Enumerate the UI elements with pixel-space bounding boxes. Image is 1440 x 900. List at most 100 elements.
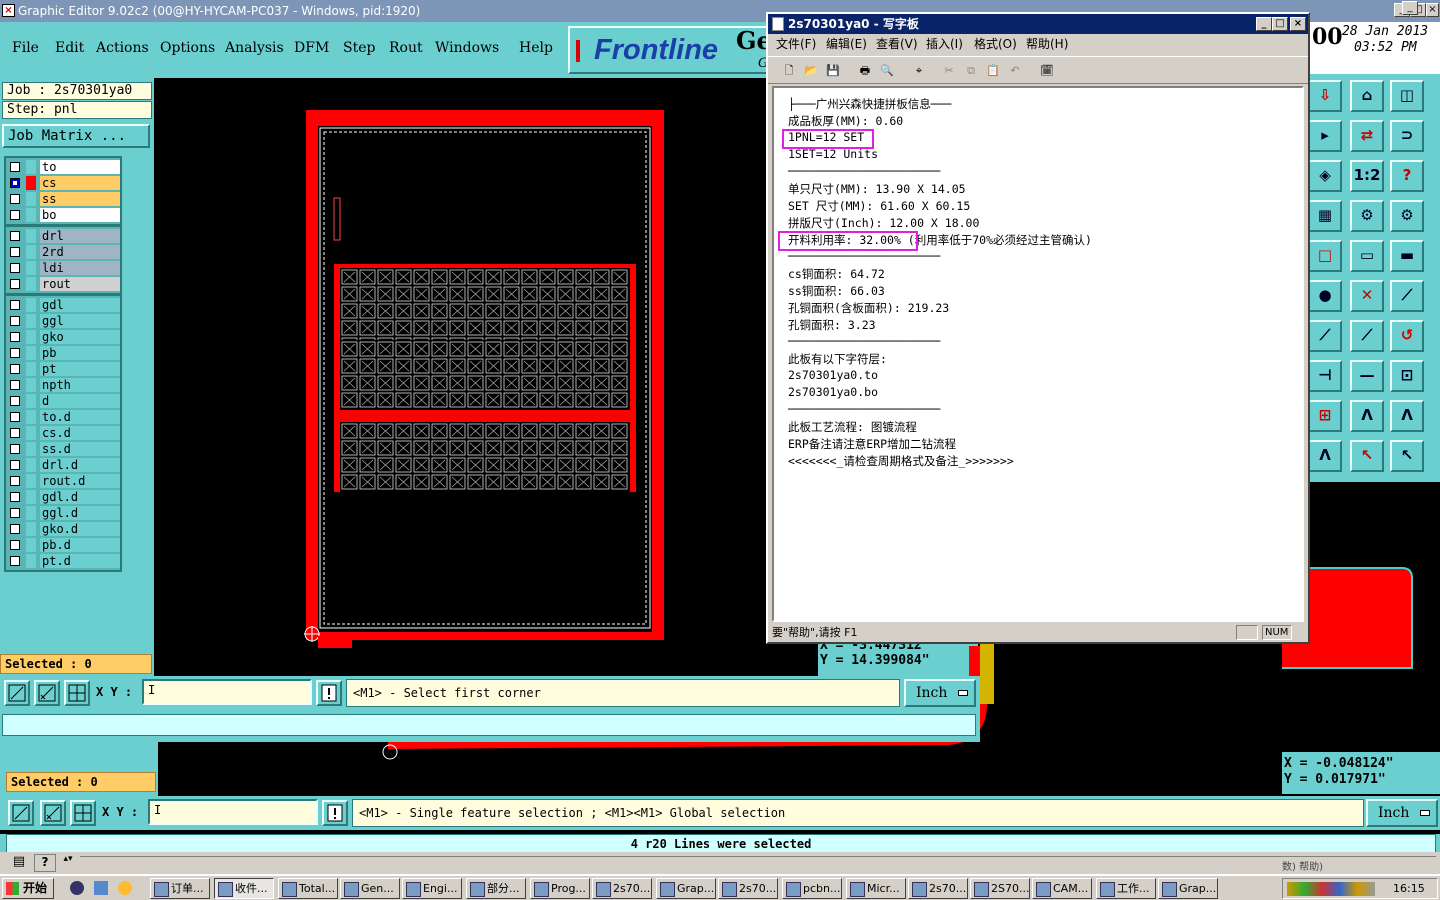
layer-row-gdl[interactable]: gdl bbox=[6, 297, 120, 313]
menu-edit[interactable]: Edit bbox=[55, 40, 84, 56]
layer-checkbox[interactable] bbox=[10, 210, 20, 220]
layer-checkbox[interactable] bbox=[10, 263, 20, 273]
layer-row-gko-d[interactable]: gko.d bbox=[6, 521, 120, 537]
help-icon[interactable]: ? bbox=[34, 854, 56, 872]
grid-icon[interactable] bbox=[64, 680, 90, 706]
taskbar-task[interactable]: Engi... bbox=[402, 878, 462, 899]
taskbar-task[interactable]: Grap... bbox=[1158, 878, 1218, 899]
drc-tool-icon[interactable]: ⚙ bbox=[1350, 200, 1384, 232]
taskbar-task[interactable]: 订单... bbox=[150, 878, 210, 899]
layer-checkbox[interactable] bbox=[10, 316, 20, 326]
layer-checkbox[interactable] bbox=[10, 380, 20, 390]
help-tool-icon[interactable]: ? bbox=[1390, 160, 1424, 192]
layer-checkbox[interactable] bbox=[10, 476, 20, 486]
measure-tool-icon[interactable]: ⊡ bbox=[1390, 360, 1424, 392]
layer-checkbox[interactable] bbox=[10, 492, 20, 502]
home-tool-icon[interactable]: ⌂ bbox=[1350, 80, 1384, 112]
right-min[interactable]: _ bbox=[1402, 1, 1418, 15]
layer-row-pt[interactable]: pt bbox=[6, 361, 120, 377]
arc-tool-icon[interactable]: ⟋ bbox=[1350, 320, 1384, 352]
layer-row-d[interactable]: d bbox=[6, 393, 120, 409]
print-preview-icon[interactable]: 🔍 bbox=[876, 60, 898, 82]
wp-menu-help[interactable]: 帮助(H) bbox=[1026, 34, 1068, 54]
alert-icon-2[interactable] bbox=[322, 800, 348, 826]
download-tool-icon[interactable]: ⇩ bbox=[1308, 80, 1342, 112]
media-icon[interactable] bbox=[118, 881, 132, 895]
print-icon[interactable]: ▤ bbox=[8, 854, 30, 872]
layer-row-drl-d[interactable]: drl.d bbox=[6, 457, 120, 473]
wordpad-document[interactable]: ├───广州兴森快捷拼板信息─── 成品板厚(MM): 0.60 1PNL=12 S… bbox=[772, 86, 1304, 622]
desktop-icon[interactable] bbox=[94, 881, 108, 895]
layer-row-ggl-d[interactable]: ggl.d bbox=[6, 505, 120, 521]
layer-checkbox[interactable] bbox=[10, 428, 20, 438]
taskbar-task[interactable]: CAM... bbox=[1032, 878, 1092, 899]
taskbar-task[interactable]: Total... bbox=[278, 878, 338, 899]
taskbar-task[interactable]: 2s70... bbox=[718, 878, 778, 899]
layer-checkbox[interactable] bbox=[10, 332, 20, 342]
menu-file[interactable]: File bbox=[12, 40, 39, 56]
layer-row-ss-d[interactable]: ss.d bbox=[6, 441, 120, 457]
taskbar-task[interactable]: Micr... bbox=[846, 878, 906, 899]
layer-row-to[interactable]: to bbox=[6, 159, 120, 175]
unit-select-2[interactable]: Inch bbox=[1366, 799, 1438, 827]
menu-dfm[interactable]: DFM bbox=[294, 40, 329, 56]
rotate-tool-icon[interactable]: ↺ bbox=[1390, 320, 1424, 352]
taskbar-task[interactable]: Prog... bbox=[530, 878, 590, 899]
taskbar-task[interactable]: 2s70... bbox=[592, 878, 652, 899]
layer-row-ldi[interactable]: ldi bbox=[6, 260, 120, 276]
triangle3-tool-icon[interactable]: Λ bbox=[1308, 440, 1342, 472]
align-tool-icon[interactable]: ⊣ bbox=[1308, 360, 1342, 392]
start-button[interactable]: 开始 bbox=[2, 878, 54, 899]
open-icon[interactable]: 📂 bbox=[800, 60, 822, 82]
layer-row-ggl[interactable]: ggl bbox=[6, 313, 120, 329]
menu-analysis[interactable]: Analysis bbox=[225, 40, 284, 56]
group-tool-icon[interactable]: ⊞ bbox=[1308, 400, 1342, 432]
layer-row-2rd[interactable]: 2rd bbox=[6, 244, 120, 260]
layer-checkbox[interactable] bbox=[10, 279, 20, 289]
wp-menu-edit[interactable]: 编辑(E) bbox=[826, 34, 867, 54]
move-tool-icon[interactable]: ▸ bbox=[1308, 120, 1342, 152]
wp-menu-insert[interactable]: 插入(I) bbox=[926, 34, 963, 54]
layer-row-to-d[interactable]: to.d bbox=[6, 409, 120, 425]
layer-checkbox[interactable] bbox=[10, 540, 20, 550]
menu-help[interactable]: Help bbox=[519, 40, 553, 56]
layer-checkbox[interactable] bbox=[10, 460, 20, 470]
tray-icons[interactable] bbox=[1287, 882, 1375, 896]
xy-input-2[interactable]: I bbox=[148, 799, 318, 825]
unit-select-1[interactable]: Inch bbox=[904, 679, 976, 707]
taskbar-task[interactable]: Gen... bbox=[340, 878, 400, 899]
new-doc-icon[interactable]: 🗋 bbox=[778, 60, 800, 82]
layer-checkbox[interactable] bbox=[10, 412, 20, 422]
save-icon[interactable]: 💾 bbox=[822, 60, 844, 82]
taskbar-task[interactable]: 工作... bbox=[1096, 878, 1156, 899]
select2-tool-icon[interactable]: ↖ bbox=[1390, 440, 1424, 472]
taskbar-task[interactable]: 部分... bbox=[466, 878, 526, 899]
taskbar-task[interactable]: 2s70... bbox=[908, 878, 968, 899]
close-button[interactable]: × bbox=[1426, 3, 1439, 17]
layer-checkbox[interactable] bbox=[10, 556, 20, 566]
menu-actions[interactable]: Actions bbox=[96, 40, 149, 56]
menu-rout[interactable]: Rout bbox=[389, 40, 423, 56]
taskbar-task[interactable]: 2S70... bbox=[970, 878, 1030, 899]
layer-row-cs-d[interactable]: cs.d bbox=[6, 425, 120, 441]
xy-input[interactable]: I bbox=[142, 679, 312, 705]
menu-step[interactable]: Step bbox=[343, 40, 375, 56]
select-tool-icon[interactable]: ↖ bbox=[1350, 440, 1384, 472]
taskbar-task[interactable]: 收件... bbox=[214, 878, 274, 899]
taskbar-task[interactable]: Grap... bbox=[656, 878, 716, 899]
triangle-tool-icon[interactable]: Λ bbox=[1350, 400, 1384, 432]
wordpad-minimize-button[interactable]: _ bbox=[1256, 17, 1272, 31]
layer-checkbox[interactable] bbox=[10, 348, 20, 358]
line-tool-icon[interactable]: ⟋ bbox=[1390, 280, 1424, 312]
print-doc-icon[interactable]: 🖶 bbox=[854, 60, 876, 82]
layer-checkbox[interactable] bbox=[10, 396, 20, 406]
rect-tool-icon[interactable]: □ bbox=[1308, 240, 1342, 272]
hline-tool-icon[interactable]: — bbox=[1350, 360, 1384, 392]
layer-row-rout-d[interactable]: rout.d bbox=[6, 473, 120, 489]
layout-tool-icon[interactable]: ◫ bbox=[1390, 80, 1424, 112]
alert-icon[interactable] bbox=[316, 680, 342, 706]
drc2-tool-icon[interactable]: ⚙ bbox=[1390, 200, 1424, 232]
wp-menu-file[interactable]: 文件(F) bbox=[776, 34, 816, 54]
dot-tool-icon[interactable]: ● bbox=[1308, 280, 1342, 312]
find-icon[interactable]: ⌖ bbox=[908, 60, 930, 82]
